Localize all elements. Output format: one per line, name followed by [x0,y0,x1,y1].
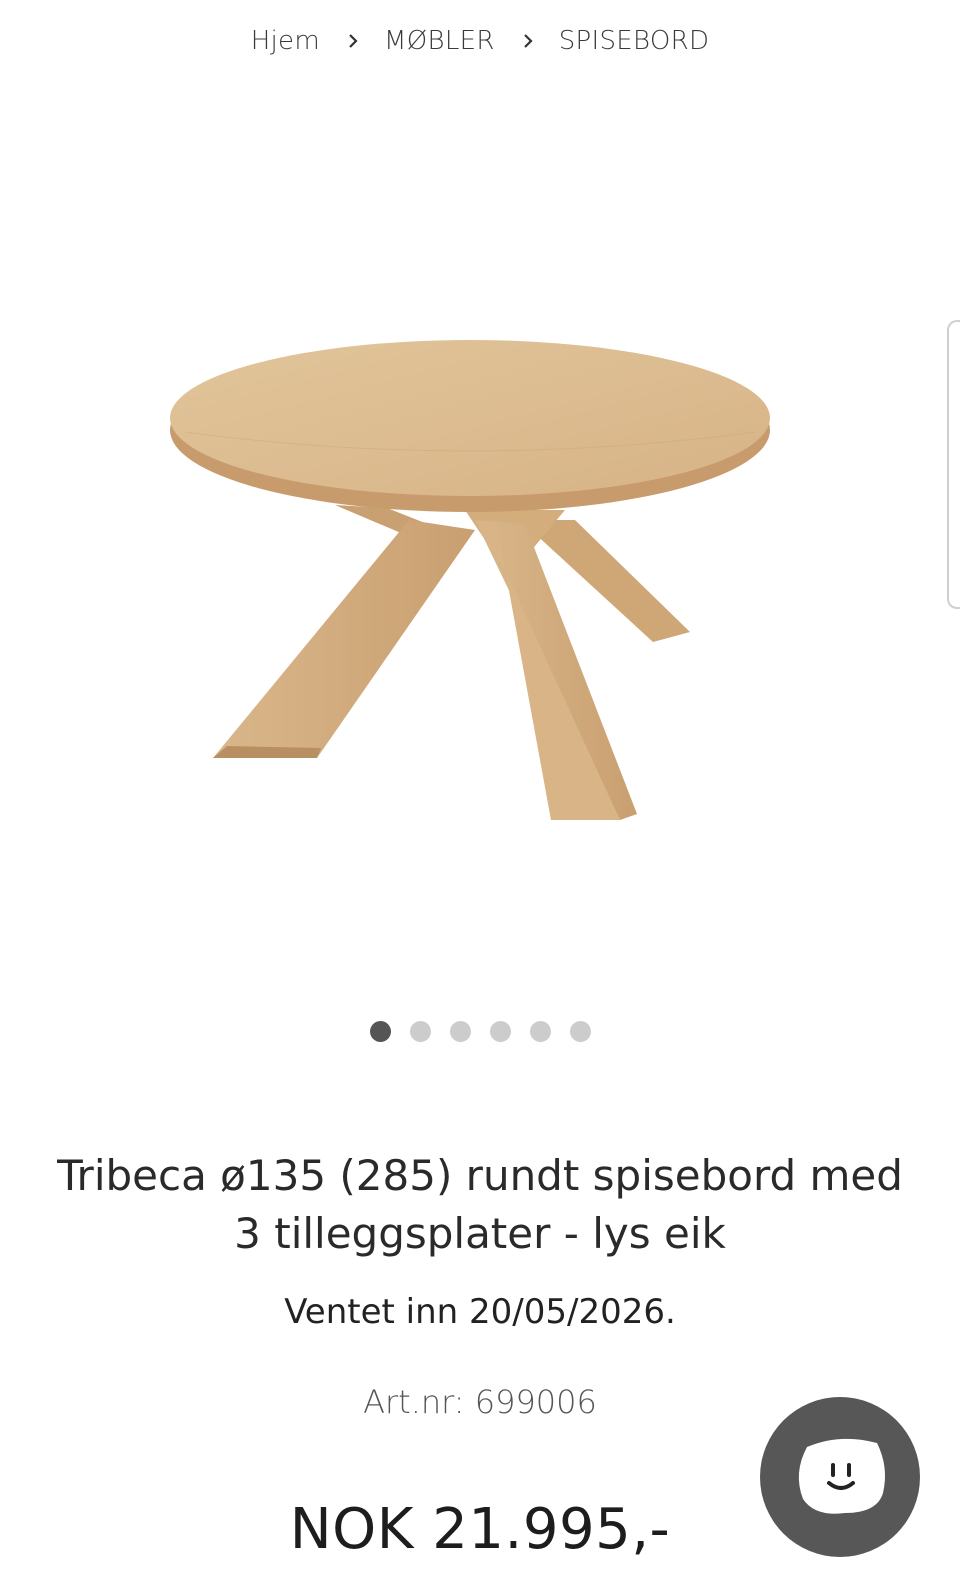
breadcrumb: Hjem MØBLER SPISEBORD [0,26,960,56]
chevron-right-icon [349,34,358,48]
gallery-dot-2[interactable] [409,1021,431,1042]
breadcrumb-mobler[interactable]: MØBLER [384,26,495,56]
product-image-gallery[interactable] [165,320,795,840]
chat-smiley-icon [798,1438,885,1514]
gallery-pagination [0,1021,960,1042]
gallery-dot-4[interactable] [489,1021,511,1042]
breadcrumb-home[interactable]: Hjem [251,26,320,56]
side-drawer-tab[interactable] [947,320,960,609]
breadcrumb-spisebord[interactable]: SPISEBORD [559,26,710,56]
product-title: Tribeca ø135 (285) rundt spisebord med 3… [57,1151,903,1258]
gallery-dot-1[interactable] [369,1021,391,1042]
availability-status: Ventet inn 20/05/2026. [284,1292,676,1332]
product-image [170,340,770,820]
chevron-right-icon [523,34,533,48]
gallery-dot-5[interactable] [529,1021,551,1042]
gallery-dot-6[interactable] [569,1021,591,1042]
chat-button[interactable] [760,1397,920,1557]
gallery-dot-3[interactable] [449,1021,471,1042]
